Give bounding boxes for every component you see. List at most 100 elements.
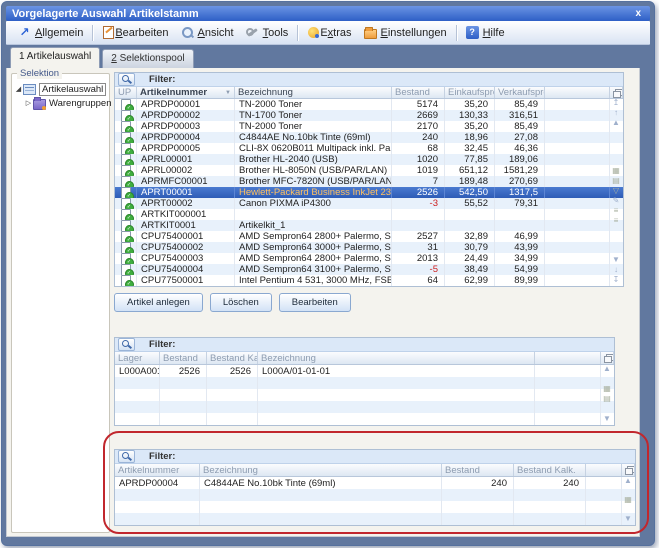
tab-1-artikelauswahl[interactable]: 1 Artikelauswahl [10,47,100,68]
column-chooser-icon[interactable] [604,354,610,362]
table-row[interactable]: APRL00001Brother HL-2040 (USB)102077,851… [115,154,623,165]
column-chooser-icon[interactable] [613,89,619,97]
tree-item-artikelauswahl[interactable]: ◢Artikelauswahl [14,82,107,96]
grid-cell [535,365,601,377]
menu-item-tools[interactable]: Tools [240,23,295,42]
table-row[interactable]: APRDP00003TN-2000 Toner217035,2085,49 [115,121,623,132]
table-row[interactable]: APRDP00001TN-2000 Toner517435,2085,49 [115,99,623,110]
filter-search-icon[interactable] [118,450,135,463]
table-row[interactable]: APRT00002Canon PIXMA iP4300-355,5279,31 [115,198,623,209]
row-up-icon[interactable]: ↑ [614,108,618,118]
column-header-lager[interactable]: Lager [115,352,160,364]
column-header-verkaufspreis[interactable]: Verkaufspreis [495,87,545,98]
tree-item-warengruppen[interactable]: ▷Warengruppen [14,96,107,110]
card-view-icon[interactable]: ▤ [603,394,611,404]
column-header-bezeichnung[interactable]: Bezeichnung [200,464,442,476]
scroll-bottom-icon[interactable]: ↧ [613,275,620,285]
column-header-bestand[interactable]: Bestand [392,87,445,98]
table-row[interactable]: APRDP00004C4844AE No.10bk Tinte (69ml)24… [115,132,623,143]
page-down-icon[interactable]: ▼ [612,255,620,265]
column-header-empty[interactable] [535,352,601,364]
grid-cell: 34,99 [495,253,545,264]
edit-icon[interactable]: ✎ [613,196,620,206]
column-chooser-icon[interactable] [622,464,635,476]
grid-scrollbar[interactable]: ↥↑▲▦▤▽✎≡≡▼↓↧ [610,98,622,285]
article-document-check-icon [121,165,131,176]
table-row[interactable] [115,513,635,525]
menu-item-bearbeiten[interactable]: Bearbeiten [96,23,174,42]
delete-button[interactable]: Löschen [210,293,272,312]
list-icon[interactable]: ≡ [614,206,619,216]
column-header-bezeichnung[interactable]: Bezeichnung [258,352,535,364]
scroll-top-icon[interactable]: ↥ [613,98,620,108]
grid-cell: 24,49 [445,253,495,264]
scroll-down-icon[interactable]: ▼ [603,414,611,424]
filter-search-icon[interactable] [118,338,135,351]
table-row[interactable]: CPU75400002AMD Sempron64 3000+ Palermo, … [115,242,623,253]
create-article-button[interactable]: Artikel anlegen [114,293,203,312]
tab-2-selektionspool[interactable]: 2 Selektionspool [102,49,193,68]
grid-cell: 240 [514,477,586,489]
lager-grid: Filter:LagerBestandBestand Kalk..Bezeich… [114,337,615,426]
scroll-up-icon[interactable]: ▲ [624,476,632,486]
edit-button[interactable]: Bearbeiten [279,293,351,312]
menu-item-extras[interactable]: Extras [301,23,357,42]
grid-view-icon[interactable]: ▦ [612,166,620,176]
column-header-bestand[interactable]: Bestand [160,352,207,364]
table-row[interactable]: CPU75400004AMD Sempron64 3100+ Palermo, … [115,264,623,275]
table-row[interactable] [115,413,614,425]
table-row[interactable] [115,489,635,501]
table-row[interactable]: APRMFC00001Brother MFC-7820N (USB/PAR/LA… [115,176,623,187]
column-chooser-icon[interactable] [601,352,614,364]
menu-item-hilfe[interactable]: ?Hilfe [460,23,511,42]
grid-scrollbar[interactable]: ▲ ▦▤ ▼ [601,364,613,424]
table-row[interactable]: CPU75400001AMD Sempron64 2800+ Palermo, … [115,231,623,242]
help-icon: ? [466,26,479,39]
grid-view-icon[interactable]: ▦ [603,384,611,394]
table-row[interactable]: L000A00125262526L000A/01-01-01 [115,365,614,377]
expanded-icon[interactable]: ◢ [14,85,23,93]
column-header-bestand-kalk-[interactable]: Bestand Kalk.. [207,352,258,364]
menu-item-allgemein[interactable]: ↗Allgemein [12,23,89,42]
table-row[interactable]: APRT00001Hewlett-Packard Business InkJet… [115,187,623,198]
table-row[interactable] [115,377,614,389]
page-up-icon[interactable]: ▲ [612,118,620,128]
table-row[interactable]: ARTKIT0001Artikelkit_1 [115,220,623,231]
column-header-empty[interactable] [586,464,622,476]
menu-item-ansicht[interactable]: Ansicht [175,23,240,42]
column-header-artikelnummer[interactable]: Artikelnummer▼ [137,87,235,98]
filter-search-icon[interactable] [118,73,135,86]
column-header-up[interactable]: UP [115,87,137,98]
table-row[interactable]: APRL00002Brother HL-8050N (USB/PAR/LAN)1… [115,165,623,176]
table-row[interactable] [115,401,614,413]
grid-cell: CLI-8X 0620B011 Multipack inkl. Papier [235,143,392,154]
column-chooser-icon[interactable] [625,466,631,474]
grid-scrollbar[interactable]: ▲ ▦ ▼ [622,476,634,524]
column-header-bestand[interactable]: Bestand [442,464,514,476]
table-row[interactable]: ARTKIT000001 [115,209,623,220]
scroll-up-icon[interactable]: ▲ [603,364,611,374]
grid-cell [115,489,200,501]
column-header-einkaufspreis[interactable]: Einkaufspreis [445,87,495,98]
column-header-artikelnummer[interactable]: Artikelnummer [115,464,200,476]
table-row[interactable] [115,501,635,513]
table-row[interactable] [115,389,614,401]
card-view-icon[interactable]: ▤ [612,176,620,186]
close-icon[interactable]: x [632,8,644,19]
filter-icon[interactable]: ▽ [613,186,619,196]
menu-item-einstellungen[interactable]: Einstellungen [358,23,453,42]
table-row[interactable]: APRDP00002TN-1700 Toner2669130,33316,51 [115,110,623,121]
collapsed-icon[interactable]: ▷ [24,99,33,107]
table-row[interactable]: CPU77500001Intel Pentium 4 531, 3000 MHz… [115,275,623,286]
table-row[interactable]: CPU75400003AMD Sempron64 2800+ Palermo, … [115,253,623,264]
table-row[interactable]: APRDP00005CLI-8X 0620B011 Multipack inkl… [115,143,623,154]
list-alt-icon[interactable]: ≡ [614,216,619,226]
scroll-down-icon[interactable]: ▼ [624,514,632,524]
row-down-icon[interactable]: ↓ [614,265,618,275]
column-header-bestand-kalk-[interactable]: Bestand Kalk. [514,464,586,476]
table-row[interactable]: APRDP00004C4844AE No.10bk Tinte (69ml)24… [115,477,635,489]
grid-view-icon[interactable]: ▦ [624,495,632,505]
column-header-empty[interactable] [545,87,610,98]
column-chooser-icon[interactable] [610,87,623,98]
column-header-bezeichnung[interactable]: Bezeichnung [235,87,392,98]
